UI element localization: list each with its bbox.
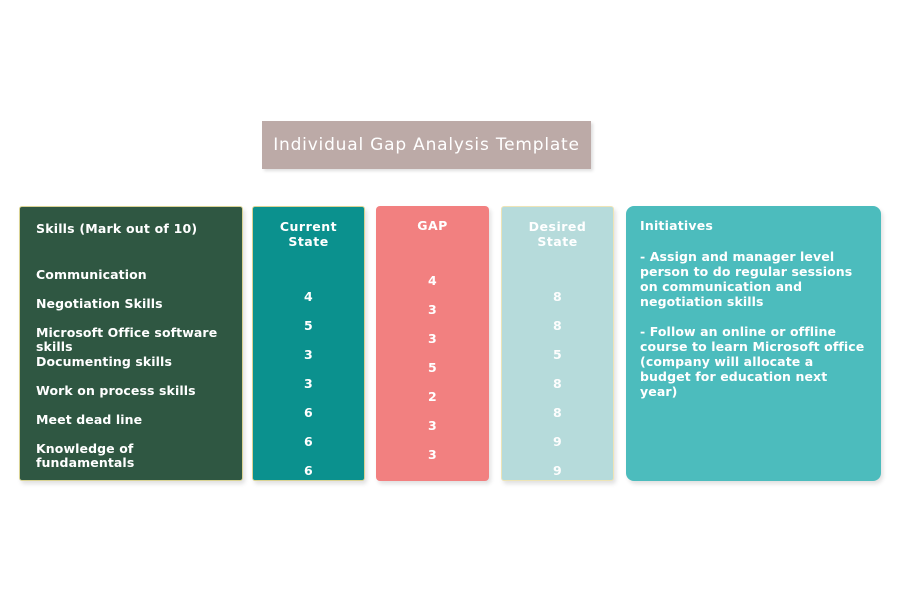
table-row: 8 [553,318,562,333]
current-state-values: 4 5 3 3 6 6 6 [253,289,364,492]
initiatives-list: - Assign and manager level person to do … [640,249,867,399]
table-row: 3 [428,418,437,433]
list-item: Documenting skills [36,354,172,369]
list-item: - Follow an online or offline course to … [640,324,865,399]
table-row: 3 [428,447,437,462]
table-row: 5 [304,318,313,333]
table-row: 5 [428,360,437,375]
table-row: 3 [304,347,313,362]
desired-state-values: 8 8 5 8 8 9 9 [502,289,613,492]
list-item: Meet dead line [36,412,143,427]
skills-list: Communication Negotiation Skills Microso… [36,268,226,471]
page-title: Individual Gap Analysis Template [273,135,580,155]
table-row: 2 [428,389,437,404]
gap-column-panel: GAP 4 3 3 5 2 3 3 [376,206,489,481]
list-item: Knowledge of fundamentals [36,441,135,470]
table-row: 8 [553,289,562,304]
initiatives-column-header: Initiatives [640,218,714,233]
table-row: 3 [428,302,437,317]
skills-column-panel: Skills (Mark out of 10) Communication Ne… [19,206,243,481]
list-item: Communication [36,267,147,282]
table-row: 6 [304,434,313,449]
gap-analysis-canvas: Individual Gap Analysis Template Skills … [0,0,900,600]
table-row: 5 [553,347,562,362]
table-row: 8 [553,376,562,391]
page-title-banner: Individual Gap Analysis Template [262,121,591,169]
desired-state-column-header: Desired State [528,219,587,249]
list-item: - Assign and manager level person to do … [640,249,853,309]
current-state-column-panel: Current State 4 5 3 3 6 6 6 [252,206,365,481]
table-row: 4 [304,289,313,304]
skills-column-header: Skills (Mark out of 10) [36,221,198,236]
table-row: 8 [553,405,562,420]
table-row: 6 [304,405,313,420]
table-row: 9 [553,434,562,449]
gap-values: 4 3 3 5 2 3 3 [376,273,489,476]
current-state-column-header: Current State [279,219,338,249]
list-item: Work on process skills [36,383,196,398]
list-item: Negotiation Skills [36,296,163,311]
table-row: 6 [304,463,313,478]
gap-column-header: GAP [417,218,448,233]
desired-state-column-panel: Desired State 8 8 5 8 8 9 9 [501,206,614,481]
table-row: 3 [428,331,437,346]
table-row: 9 [553,463,562,478]
table-row: 3 [304,376,313,391]
table-row: 4 [428,273,437,288]
initiatives-column-panel: Initiatives - Assign and manager level p… [626,206,881,481]
list-item: Microsoft Office software skills [36,325,218,354]
